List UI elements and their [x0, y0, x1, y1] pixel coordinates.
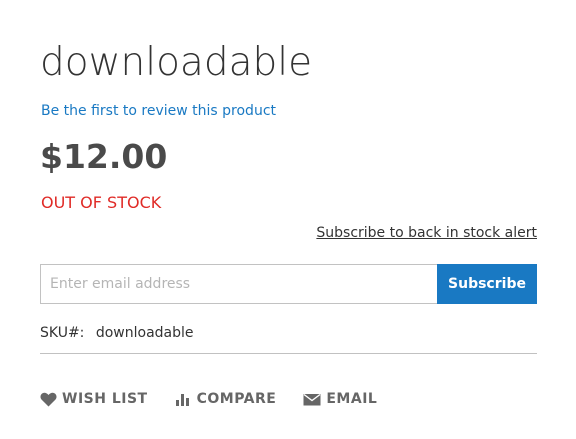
product-title: downloadable: [40, 40, 313, 85]
email-input[interactable]: [40, 264, 437, 304]
sku-value: downloadable: [95, 325, 194, 341]
compare-link[interactable]: COMPARE: [175, 391, 277, 407]
wishlist-label: WISH LIST: [62, 391, 148, 407]
compare-bars-icon: [175, 392, 192, 406]
subscribe-button[interactable]: Subscribe: [437, 264, 537, 304]
sku-row: SKU#: downloadable: [40, 325, 194, 341]
stock-alert-form: Subscribe: [40, 264, 537, 304]
stock-status: OUT OF STOCK: [41, 193, 162, 212]
product-actions: WISH LIST COMPARE EMAIL: [40, 391, 404, 407]
heart-icon: [40, 392, 57, 407]
email-link[interactable]: EMAIL: [303, 391, 377, 407]
product-price: $12.00: [40, 137, 168, 176]
sku-label: SKU#:: [40, 325, 85, 341]
envelope-icon: [303, 393, 321, 406]
email-label: EMAIL: [326, 391, 378, 407]
wishlist-link[interactable]: WISH LIST: [40, 391, 148, 407]
review-link[interactable]: Be the first to review this product: [41, 103, 276, 119]
compare-label: COMPARE: [196, 391, 277, 407]
stock-alert-link[interactable]: Subscribe to back in stock alert: [316, 225, 537, 241]
divider: [40, 353, 537, 354]
